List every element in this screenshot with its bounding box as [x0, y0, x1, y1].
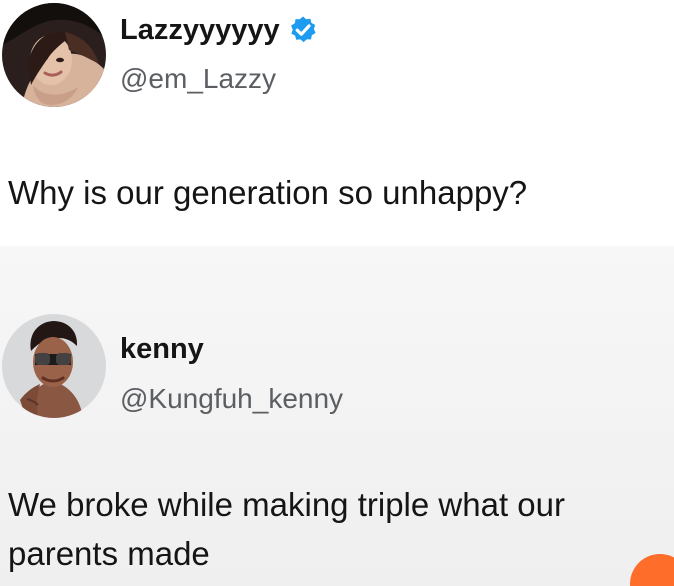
original-tweet-handle[interactable]: @em_Lazzy [120, 63, 276, 95]
original-tweet-avatar[interactable] [2, 3, 106, 107]
avatar-photo-icon [2, 3, 106, 107]
reply-tweet-author[interactable]: kenny [120, 333, 204, 365]
original-tweet-text: Why is our generation so unhappy? [8, 174, 528, 211]
reply-tweet-text: We broke while making triple what our pa… [8, 480, 565, 578]
original-tweet-author[interactable]: Lazzyyyyyy [120, 14, 318, 46]
reply-tweet-text-line-2: parents made [8, 535, 210, 572]
corner-badge [630, 554, 674, 586]
original-tweet: Lazzyyyyyy @em_Lazzy Why is our generati… [0, 0, 674, 246]
reply-tweet-text-line-1: We broke while making triple what our [8, 486, 565, 523]
display-name-label: kenny [120, 333, 204, 365]
display-name-label: Lazzyyyyyy [120, 14, 280, 46]
reply-tweet-avatar[interactable] [2, 314, 106, 418]
avatar-photo-icon [2, 314, 106, 418]
verified-badge-icon [288, 15, 318, 45]
reply-tweet: kenny @Kungfuh_kenny We broke while maki… [0, 246, 674, 586]
reply-tweet-handle[interactable]: @Kungfuh_kenny [120, 383, 343, 415]
